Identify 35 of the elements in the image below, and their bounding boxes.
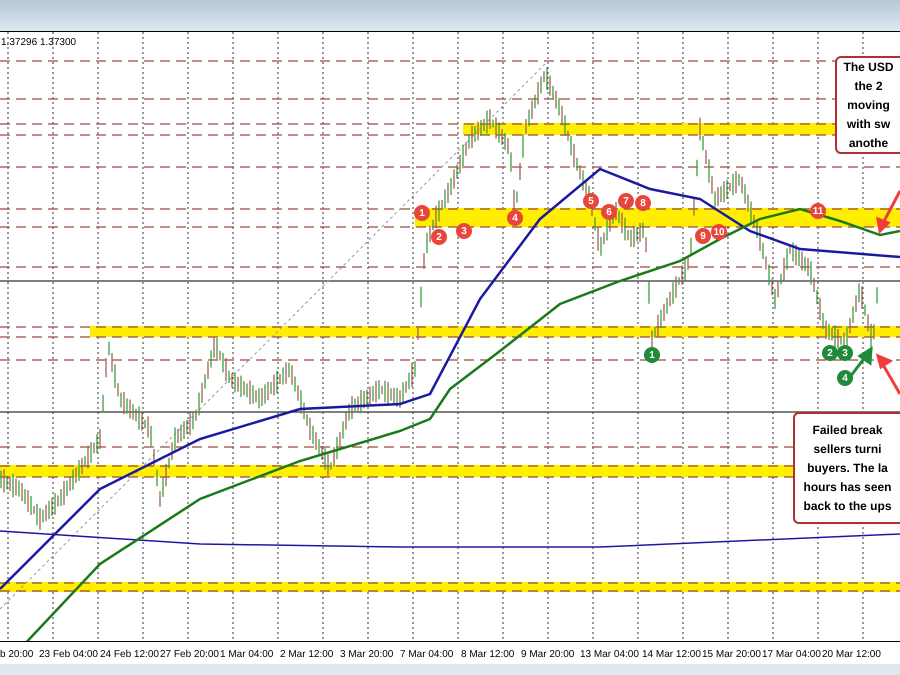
axis-label: 17 Mar 04:00 [762, 648, 821, 662]
numbered-marker: 10 [711, 224, 727, 240]
axis-label: 3 Mar 20:00 [340, 648, 394, 662]
axis-label: 8 Mar 12:00 [461, 648, 514, 662]
axis-label: 14 Mar 12:00 [642, 648, 701, 662]
axis-label: 15 Mar 20:00 [702, 648, 761, 662]
arrow [876, 353, 900, 395]
price-readout: 1.37296 1.37300 [1, 36, 76, 50]
axis-label: b 20:00 [0, 648, 34, 662]
numbered-marker: 2 [431, 229, 447, 245]
axis-label: 9 Mar 20:00 [521, 648, 574, 662]
numbered-marker: 1 [414, 205, 430, 221]
numbered-marker: 3 [837, 345, 853, 361]
arrow [876, 190, 900, 234]
axis-label: 24 Feb 12:00 [100, 648, 159, 662]
axis-label: 7 Mar 04:00 [400, 648, 454, 662]
numbered-marker: 4 [837, 370, 853, 386]
axis-label: 1 Mar 04:00 [220, 648, 274, 662]
numbered-marker: 7 [618, 193, 634, 209]
numbered-marker: 5 [583, 193, 599, 209]
numbered-marker: 9 [695, 228, 711, 244]
annotation-callout: Failed break sellers turni buyers. The la hours has seen back to the ups [793, 412, 900, 524]
axis-label: 23 Feb 04:00 [39, 648, 98, 662]
axis-label: 13 Mar 04:00 [580, 648, 639, 662]
arrow [848, 346, 873, 378]
axis-label: 20 Mar 12:00 [822, 648, 881, 662]
numbered-marker: 3 [456, 223, 472, 239]
numbered-marker: 8 [635, 195, 651, 211]
numbered-marker: 1 [644, 347, 660, 363]
axis-label: 2 Mar 12:00 [280, 648, 334, 662]
annotation-callout: The USD the 2 moving with sw anothe [835, 56, 900, 154]
numbered-marker: 2 [822, 345, 838, 361]
numbered-marker: 11 [810, 203, 826, 219]
axis-label: 27 Feb 20:00 [160, 648, 219, 662]
numbered-marker: 6 [601, 204, 617, 220]
